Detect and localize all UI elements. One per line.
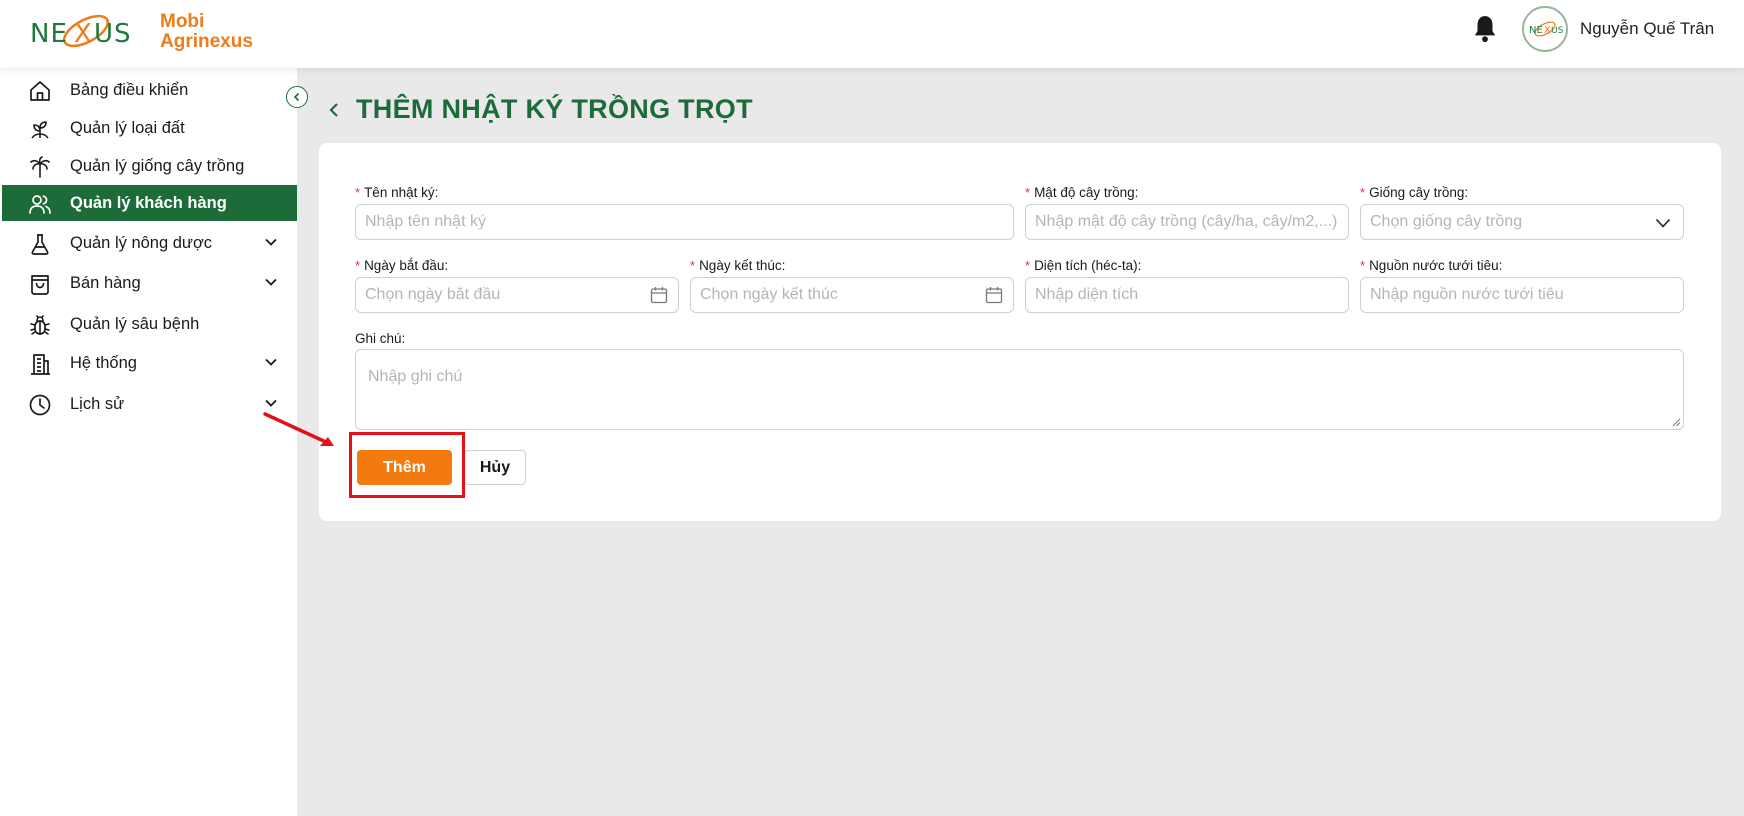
start-date-input[interactable] (356, 278, 678, 312)
area-field[interactable] (1025, 277, 1349, 313)
water-source-label-text: Nguồn nước tưới tiêu: (1369, 258, 1503, 273)
area-input[interactable] (1026, 278, 1348, 312)
sidebar-item-label: Quản lý nông dược (70, 234, 213, 252)
sidebar-item-label: Bảng điều khiển (70, 81, 189, 99)
water-source-label: * Nguồn nước tưới tiêu: (1360, 258, 1502, 273)
variety-label-text: Giống cây trồng: (1369, 185, 1469, 200)
nexus-logo-icon: NE X US (30, 14, 132, 49)
sidebar-item-pests[interactable]: Quản lý sâu bệnh (2, 306, 297, 342)
end-date-label: * Ngày kết thúc: (690, 258, 785, 273)
page-title: THÊM NHẬT KÝ TRỒNG TRỌT (356, 94, 753, 124)
pointer-arrow-icon (263, 412, 334, 446)
sidebar-item-system[interactable]: Hệ thống (2, 345, 297, 381)
flask-icon (31, 234, 49, 255)
area-label: * Diện tích (héc-ta): (1025, 258, 1141, 273)
brand-name-top: Mobi (160, 11, 205, 32)
end-date-input[interactable] (691, 278, 1013, 312)
density-label-text: Mật độ cây trồng: (1034, 185, 1139, 200)
chevron-down-icon (1655, 218, 1671, 228)
svg-text:NE: NE (30, 19, 68, 49)
sidebar-item-label: Quản lý giống cây trồng (70, 157, 245, 175)
nexus-logo-avatar-icon: NE X US (1529, 21, 1564, 37)
calendar-icon[interactable] (650, 286, 668, 304)
app-logo[interactable]: NE X US Mobi Agrinexus (30, 4, 253, 60)
svg-text:X: X (1544, 25, 1551, 36)
shopping-bag-icon (31, 275, 49, 295)
sidebar-item-label: Quản lý sâu bệnh (70, 315, 200, 333)
top-header: NE X US Mobi Agrinexus NE X US Nguyễn Qu… (0, 0, 1744, 68)
sidebar-item-soil-types[interactable]: Quản lý loại đất (2, 110, 297, 146)
density-input[interactable] (1026, 205, 1348, 239)
form-card (319, 143, 1721, 521)
sidebar-item-customers[interactable]: Quản lý khách hàng (2, 185, 297, 221)
bell-icon[interactable] (1472, 14, 1498, 44)
username[interactable]: Nguyễn Quế Trân (1580, 19, 1714, 39)
sidebar-item-plant-varieties[interactable]: Quản lý giống cây trồng (2, 148, 297, 184)
chevron-down-icon (265, 358, 277, 366)
required-mark: * (355, 185, 361, 200)
brand-name: Mobi Agrinexus (160, 12, 253, 52)
sidebar-collapse-button[interactable] (286, 86, 308, 108)
variety-select-placeholder: Chọn giống cây trồng (1370, 213, 1523, 230)
building-icon (31, 354, 50, 375)
sidebar-item-sales[interactable]: Bán hàng (2, 265, 297, 301)
name-input[interactable] (356, 205, 1013, 239)
brand-name-bottom: Agrinexus (160, 31, 253, 52)
density-label: * Mật độ cây trồng: (1025, 185, 1138, 200)
sidebar-item-label: Lịch sử (70, 395, 125, 413)
name-label: * Tên nhật ký: (355, 185, 438, 200)
submit-button[interactable]: Thêm (357, 450, 452, 485)
end-date-picker[interactable] (690, 277, 1014, 313)
name-label-text: Tên nhật ký: (364, 185, 439, 200)
density-field[interactable] (1025, 204, 1349, 240)
sidebar-item-label: Hệ thống (70, 354, 137, 372)
note-label: Ghi chú: (355, 331, 406, 346)
area-label-text: Diện tích (héc-ta): (1034, 258, 1142, 273)
cancel-button[interactable]: Hủy (464, 450, 526, 485)
required-mark: * (1025, 258, 1031, 273)
calendar-icon[interactable] (985, 286, 1003, 304)
chevron-down-icon (265, 399, 277, 407)
chevron-down-icon (265, 278, 277, 286)
variety-label: * Giống cây trồng: (1360, 185, 1468, 200)
required-mark: * (1025, 185, 1031, 200)
sidebar-item-label: Quản lý loại đất (70, 119, 185, 137)
variety-select[interactable]: Chọn giống cây trồng (1360, 204, 1684, 240)
svg-text:X: X (74, 19, 92, 49)
sidebar-item-dashboard[interactable]: Bảng điều khiển (2, 72, 297, 108)
home-icon (30, 81, 50, 101)
water-source-input[interactable] (1361, 278, 1683, 312)
resize-handle-icon[interactable] (1671, 417, 1681, 427)
required-mark: * (690, 258, 696, 273)
sidebar-item-label: Bán hàng (70, 274, 141, 292)
page-header: THÊM NHẬT KÝ TRỒNG TRỌT (326, 94, 753, 125)
required-mark: * (1360, 185, 1366, 200)
required-mark: * (1360, 258, 1366, 273)
sidebar-item-history[interactable]: Lịch sử (2, 386, 297, 422)
bug-icon (30, 315, 50, 335)
note-field[interactable] (355, 349, 1684, 430)
clock-icon (29, 394, 51, 416)
sidebar-item-label: Quản lý khách hàng (70, 194, 227, 212)
water-source-field[interactable] (1360, 277, 1684, 313)
note-textarea[interactable] (356, 350, 1683, 429)
start-date-picker[interactable] (355, 277, 679, 313)
name-field[interactable] (355, 204, 1014, 240)
end-date-label-text: Ngày kết thúc: (699, 258, 786, 273)
svg-text:US: US (94, 19, 132, 49)
avatar[interactable]: NE X US (1522, 6, 1568, 52)
palm-tree-icon (30, 156, 50, 178)
sidebar-item-pesticides[interactable]: Quản lý nông dược (2, 225, 297, 261)
svg-text:US: US (1551, 26, 1564, 36)
start-date-label-text: Ngày bắt đầu: (364, 258, 449, 273)
svg-text:NE: NE (1529, 25, 1543, 36)
users-icon (29, 195, 51, 214)
soil-icon (31, 121, 49, 139)
required-mark: * (355, 258, 361, 273)
back-arrow-icon[interactable] (326, 99, 342, 121)
start-date-label: * Ngày bắt đầu: (355, 258, 448, 273)
chevron-left-icon (293, 92, 300, 102)
chevron-down-icon (265, 238, 277, 246)
